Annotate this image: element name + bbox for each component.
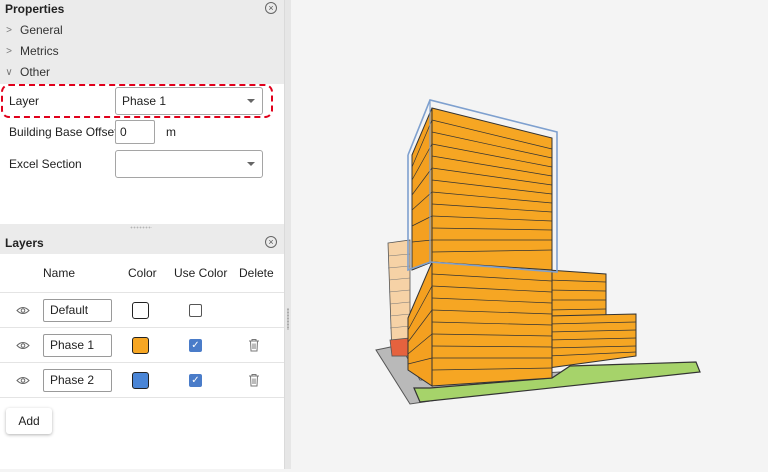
chevron-right-icon: > (6, 24, 12, 36)
base-offset-unit: m (166, 125, 176, 139)
use-color-checkbox[interactable]: ✓ (189, 339, 202, 352)
eye-icon[interactable] (16, 306, 30, 315)
section-metrics[interactable]: > Metrics (5, 43, 59, 59)
add-layer-button[interactable]: Add (6, 408, 52, 434)
use-color-checkbox[interactable]: ✓ (189, 374, 202, 387)
layer-name-input[interactable]: Phase 1 (43, 334, 112, 357)
row-divider (0, 397, 284, 398)
column-use-color: Use Color (174, 266, 228, 280)
layers-title: Layers (5, 236, 44, 250)
background-tower-base (389, 337, 411, 357)
column-color: Color (128, 266, 157, 280)
tower-side (411, 107, 433, 271)
chevron-down-icon: ∨ (5, 66, 13, 78)
splitter-grip[interactable] (287, 308, 289, 330)
section-metrics-label: Metrics (20, 44, 59, 58)
row-divider (0, 292, 284, 293)
building-model[interactable] (291, 0, 768, 469)
left-panel: Properties × > General > Metrics ∨ Other… (0, 0, 284, 469)
row-divider (0, 327, 284, 328)
excel-section-select[interactable] (115, 150, 263, 178)
eye-icon[interactable] (16, 376, 30, 385)
layer-name-input[interactable]: Phase 2 (43, 369, 112, 392)
section-general[interactable]: > General (5, 22, 63, 38)
column-name: Name (43, 266, 76, 280)
highlight-box (1, 84, 273, 118)
section-other[interactable]: ∨ Other (5, 64, 50, 80)
3d-viewport[interactable] (291, 0, 768, 469)
tower-front (431, 107, 553, 273)
trash-icon[interactable] (248, 338, 260, 352)
layer-color-swatch[interactable] (132, 302, 149, 319)
vertical-splitter[interactable] (284, 0, 291, 469)
chevron-right-icon: > (6, 45, 12, 57)
excel-section-label: Excel Section (9, 157, 82, 171)
trash-icon[interactable] (248, 373, 260, 387)
layer-color-swatch[interactable] (132, 372, 149, 389)
tower-base-front (431, 261, 553, 387)
row-divider (0, 362, 284, 363)
layer-name-input[interactable]: Default (43, 299, 112, 322)
column-delete: Delete (239, 266, 274, 280)
section-general-label: General (20, 23, 63, 37)
panel-resize-handle[interactable] (130, 226, 152, 229)
eye-icon[interactable] (16, 341, 30, 350)
layer-color-swatch[interactable] (132, 337, 149, 354)
use-color-checkbox[interactable] (189, 304, 202, 317)
properties-title: Properties (5, 2, 65, 16)
base-offset-input[interactable]: 0 (115, 120, 155, 144)
close-icon[interactable]: × (265, 2, 277, 14)
section-other-label: Other (20, 65, 51, 79)
base-offset-label: Building Base Offset (9, 125, 118, 139)
chevron-down-icon (247, 162, 255, 166)
close-icon[interactable]: × (265, 236, 277, 248)
